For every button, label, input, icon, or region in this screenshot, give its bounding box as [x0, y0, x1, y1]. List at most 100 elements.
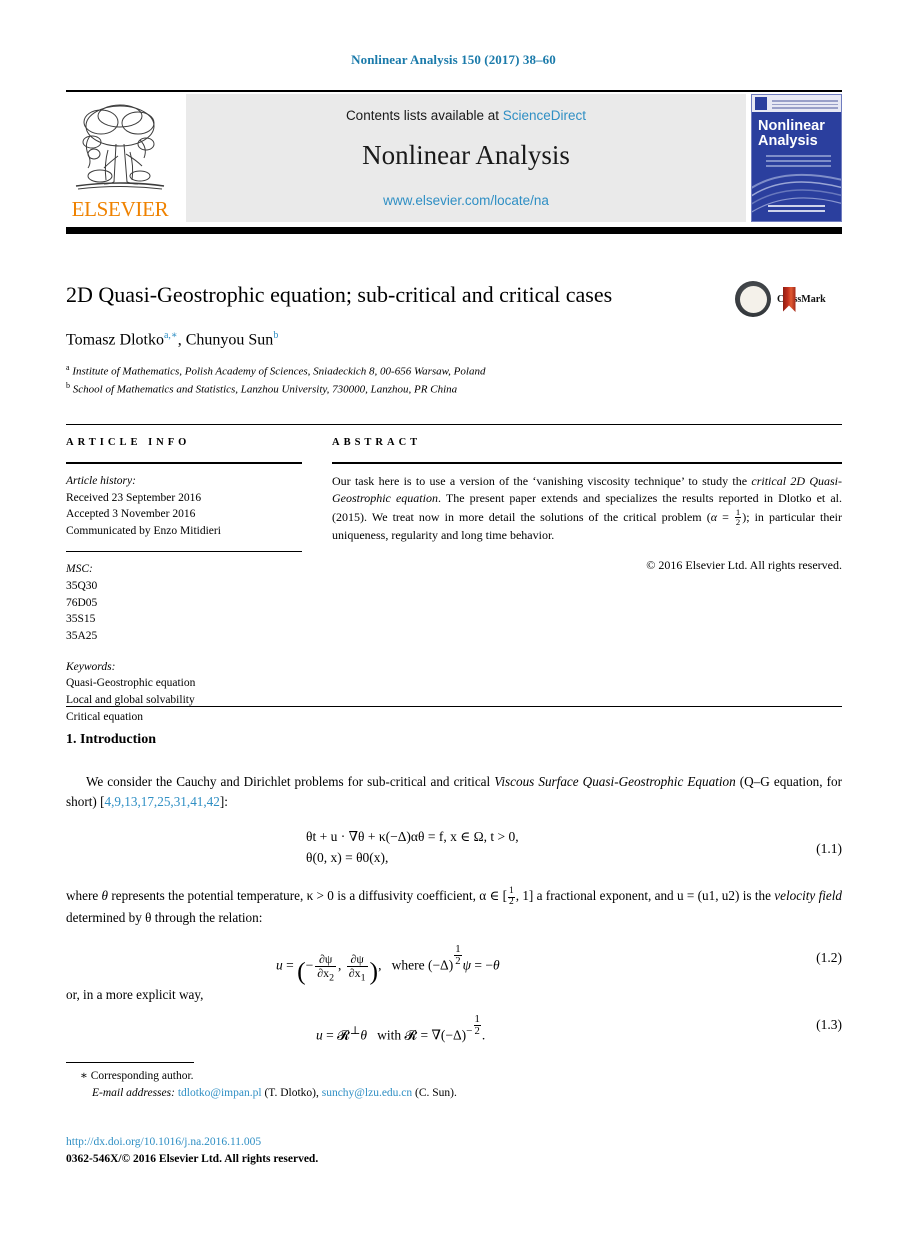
eq3-with-label: with	[377, 1027, 402, 1043]
intro-paragraph-2: where θ represents the potential tempera…	[66, 886, 842, 928]
email-owner-2: (C. Sun).	[415, 1087, 457, 1100]
crossmark-badge[interactable]: CrossMark	[735, 281, 843, 317]
abstract-text: Our task here is to use a version of the…	[332, 474, 843, 542]
p2-text-a: where	[66, 888, 102, 903]
msc-code-4: 35A25	[66, 629, 98, 642]
history-received: Received 23 September 2016	[66, 491, 202, 504]
cover-subtitle-lines	[766, 155, 831, 170]
body-top-rule	[66, 706, 842, 707]
abstract-rule	[332, 462, 842, 464]
keywords-label: Keywords:	[66, 660, 116, 673]
abstract-column: ABSTRACT Our task here is to use a versi…	[332, 437, 842, 573]
article-info-rule	[66, 462, 302, 464]
abstract-part-1: Our task here is to use a version of the…	[332, 474, 752, 488]
journal-url-link[interactable]: www.elsevier.com/locate/na	[186, 193, 746, 208]
article-history-block: Article history: Received 23 September 2…	[66, 473, 302, 540]
affiliation-list: a Institute of Mathematics, Polish Acade…	[66, 362, 766, 399]
masthead-bottom-rule	[66, 227, 842, 234]
email-link-1[interactable]: tdlotko@impan.pl	[178, 1087, 262, 1099]
section-heading-introduction: 1. Introduction	[66, 732, 156, 747]
keyword-3: Critical equation	[66, 710, 143, 723]
equation-1-1-line-2: θ(0, x) = θ0(x),	[306, 849, 389, 865]
affiliation-a: a Institute of Mathematics, Polish Acade…	[66, 362, 766, 380]
corresponding-author-text: Corresponding author.	[90, 1070, 194, 1082]
p1-text-a: We consider the Cauchy and Dirichlet pro…	[86, 774, 495, 789]
citation-group[interactable]: 4,9,13,17,25,31,41,42	[104, 794, 219, 809]
p2-text-d: determined by θ through the relation:	[66, 910, 263, 926]
p1-italic-title: Viscous Surface Quasi-Geostrophic Equati…	[494, 774, 736, 789]
affiliation-b: b School of Mathematics and Statistics, …	[66, 380, 766, 398]
equation-1-3-body: u = 𝓡⊥θ with 𝓡 = ∇(−Δ)− 1 2.	[316, 1013, 486, 1043]
sciencedirect-link[interactable]: ScienceDirect	[503, 108, 586, 123]
p2-text-b: represents the potential temperature, κ …	[108, 888, 507, 903]
footnote-rule	[66, 1062, 194, 1063]
history-communicated: Communicated by Enzo Mitidieri	[66, 525, 221, 538]
author-list: Tomasz Dlotkoa,∗, Chunyou Sunb	[66, 330, 766, 349]
abstract-one-half-fraction: 12	[734, 506, 742, 527]
equation-1-2-number: (1.2)	[816, 950, 842, 965]
equation-1-2-body: u = (− ∂ψ ∂x2, ∂ψ ∂x1), where (−Δ) 1 2 ψ = −θ	[276, 943, 500, 986]
email-link-2[interactable]: sunchy@lzu.edu.cn	[322, 1087, 412, 1099]
article-page: Nonlinear Analysis 150 (2017) 38–60 ELSE…	[0, 0, 907, 1238]
p1-text-c: ]:	[219, 793, 228, 809]
p2-one-half-fraction: 12	[507, 886, 515, 908]
p2-text-c: , 1] a fractional exponent, and u = (u1,…	[515, 888, 775, 903]
author-name-2: Chunyou Sun	[185, 331, 274, 349]
author-mark-2: b	[273, 330, 279, 341]
crossmark-circle-icon	[735, 281, 771, 317]
eq2-where-label: where	[391, 957, 425, 973]
equation-1-1-body: θt + u · ∇θ + κ(−Δ)αθ = f, x ∈ Ω, t > 0,…	[306, 827, 519, 869]
intro-paragraph-1: We consider the Cauchy and Dirichlet pro…	[66, 772, 842, 812]
eq2-partial-psi-x1: ∂ψ ∂x1	[346, 951, 368, 984]
eq2-partial-psi-x2: ∂ψ ∂x2	[315, 951, 337, 984]
article-info-heading: ARTICLE INFO	[66, 437, 191, 448]
journal-title: Nonlinear Analysis	[362, 140, 570, 170]
history-accepted: Accepted 3 November 2016	[66, 508, 196, 521]
abstract-heading: ABSTRACT	[332, 437, 422, 448]
equation-1-3-number: (1.3)	[816, 1017, 842, 1032]
p2-italic-velocity-field: velocity field	[774, 888, 843, 903]
email-owner-1: (T. Dlotko),	[264, 1087, 319, 1100]
intro-paragraph-3: or, in a more explicit way,	[66, 987, 204, 1002]
author-mark-1: a,∗	[163, 330, 178, 341]
article-history-label: Article history:	[66, 475, 136, 487]
email-label: E-mail addresses:	[92, 1087, 175, 1100]
journal-cover-thumbnail[interactable]: Nonlinear Analysis	[751, 94, 842, 222]
article-info-column: ARTICLE INFO Article history: Received 2…	[66, 437, 302, 725]
msc-code-3: 35S15	[66, 613, 96, 626]
crossmark-bookmark-icon	[782, 287, 796, 312]
affiliation-text-a: Institute of Mathematics, Polish Academy…	[72, 365, 486, 378]
doi-link[interactable]: http://dx.doi.org/10.1016/j.na.2016.11.0…	[66, 1136, 261, 1148]
elsevier-wordmark: ELSEVIER	[71, 197, 169, 221]
running-head: Nonlinear Analysis 150 (2017) 38–60	[351, 52, 556, 67]
keyword-1: Quasi-Geostrophic equation	[66, 677, 196, 690]
affiliation-text-b: School of Mathematics and Statistics, La…	[72, 383, 458, 396]
author-separator: ,	[177, 331, 186, 349]
msc-code-2: 76D05	[66, 596, 98, 609]
affiliation-mark-a: a	[66, 363, 70, 372]
journal-masthead: ELSEVIER Contents lists available at Sci…	[66, 92, 842, 223]
page-title: 2D Quasi-Geostrophic equation; sub-criti…	[66, 282, 613, 307]
abstract-alpha-symbol: α	[710, 509, 718, 524]
email-addresses-line: E-mail addresses: tdlotko@impan.pl (T. D…	[66, 1085, 842, 1102]
issn-copyright-line: 0362-546X/© 2016 Elsevier Ltd. All right…	[66, 1153, 319, 1165]
contents-prefix: Contents lists available at	[345, 108, 503, 123]
footnote-block: ∗ Corresponding author. E-mail addresses…	[66, 1068, 842, 1103]
asterisk-icon: ∗	[80, 1070, 88, 1082]
cover-footer-lines	[768, 205, 825, 215]
msc-code-1: 35Q30	[66, 579, 98, 592]
corresponding-author-note: ∗ Corresponding author.	[66, 1068, 842, 1085]
keywords-block: Keywords: Quasi-Geostrophic equation Loc…	[66, 659, 302, 726]
msc-rule	[66, 550, 302, 553]
msc-block: MSC: 35Q30 76D05 35S15 35A25	[66, 561, 302, 644]
journal-banner: Contents lists available at ScienceDirec…	[186, 94, 746, 222]
elsevier-tree-icon	[75, 104, 165, 190]
abstract-copyright: © 2016 Elsevier Ltd. All rights reserved…	[646, 558, 842, 573]
info-section-top-rule	[66, 424, 842, 425]
contents-available-line: Contents lists available at ScienceDirec…	[186, 108, 746, 123]
elsevier-logo: ELSEVIER	[66, 94, 174, 222]
equation-1-1-line-1: θt + u · ∇θ + κ(−Δ)αθ = f, x ∈ Ω, t > 0,	[306, 829, 519, 844]
equation-1-1-number: (1.1)	[816, 841, 842, 856]
msc-label: MSC:	[66, 563, 93, 576]
affiliation-mark-b: b	[66, 381, 70, 391]
